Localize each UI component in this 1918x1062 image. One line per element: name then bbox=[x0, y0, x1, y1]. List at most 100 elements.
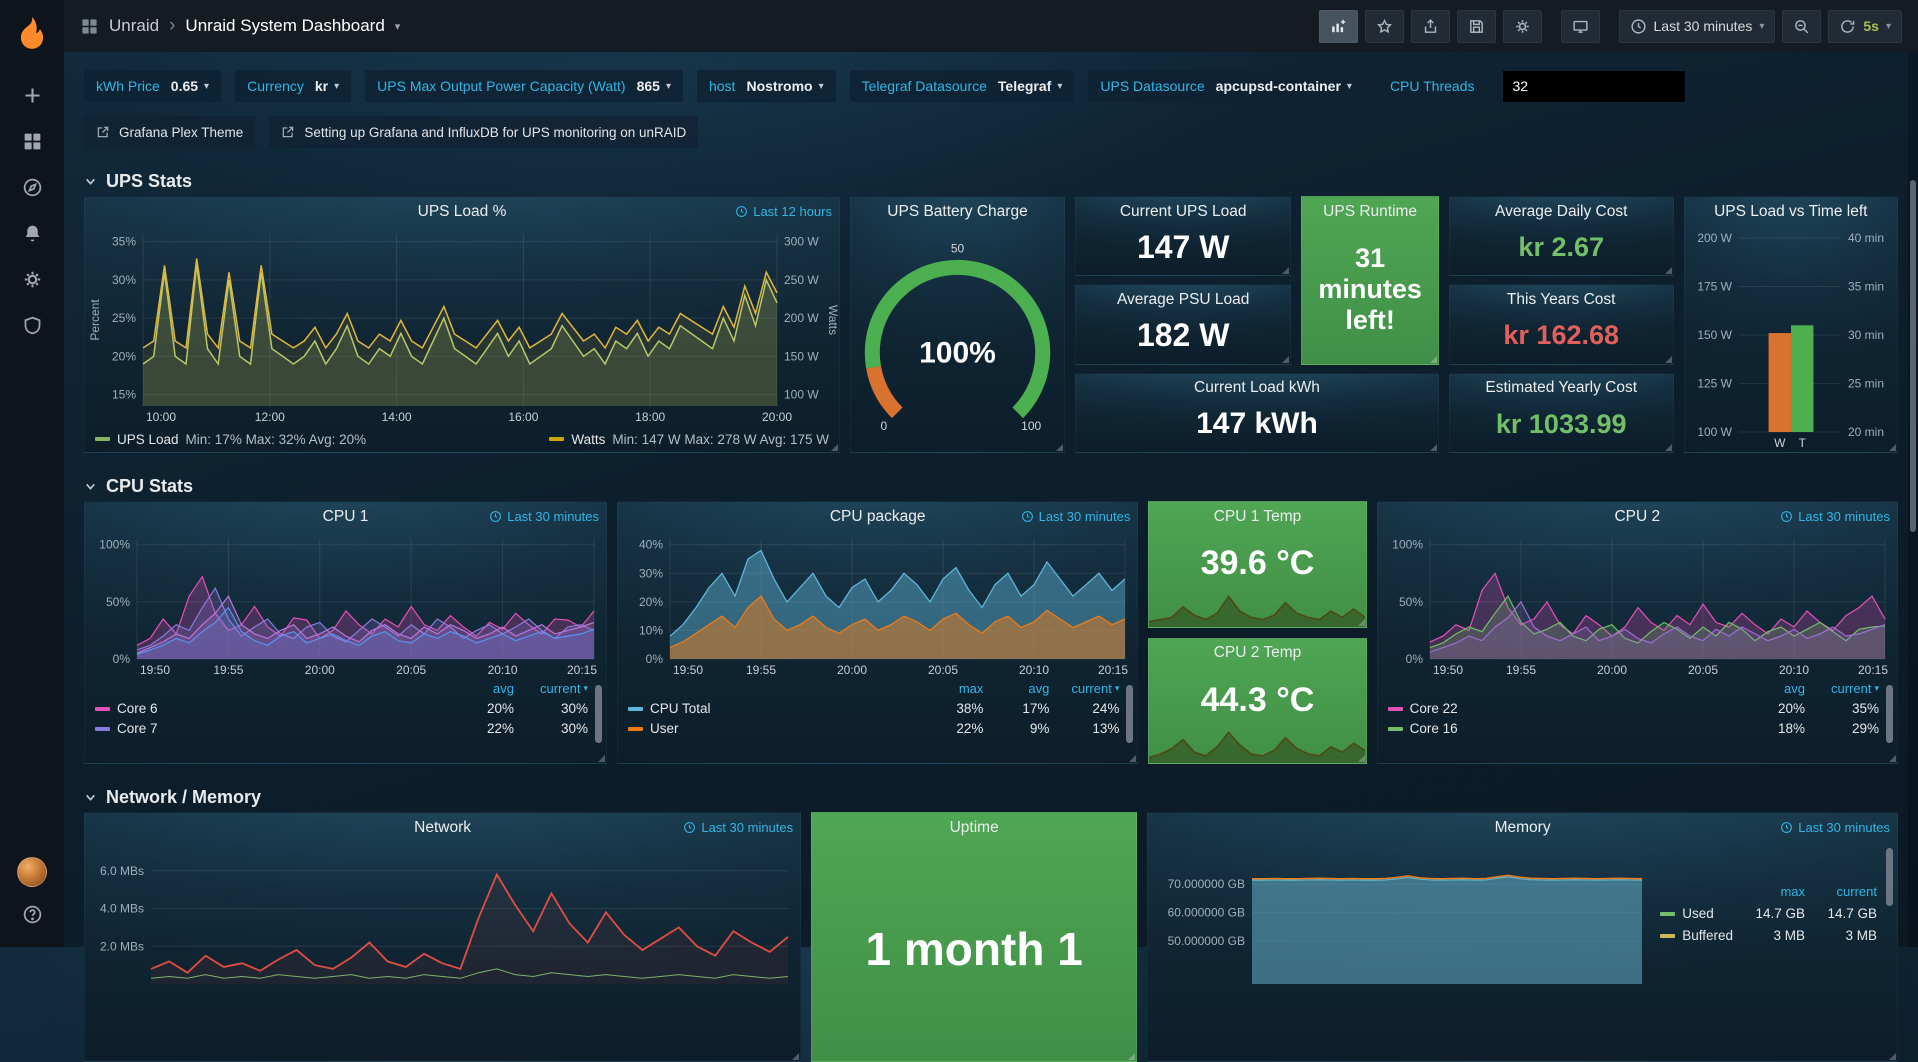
explore-icon[interactable] bbox=[0, 164, 64, 210]
panel-time-badge[interactable]: Last 30 minutes bbox=[683, 820, 793, 835]
panel-title[interactable]: CPU 2 Temp bbox=[1214, 644, 1302, 662]
load-vs-time-chart[interactable]: 100 W125 W150 W175 W200 W20 min25 min30 … bbox=[1685, 226, 1897, 452]
link-ups-monitoring-guide[interactable]: Setting up Grafana and InfluxDB for UPS … bbox=[269, 116, 698, 148]
variable-telegraf-datasource[interactable]: Telegraf Datasource Telegraf▾ bbox=[850, 70, 1075, 102]
legend-header-current[interactable]: current▾ bbox=[1049, 681, 1119, 696]
variable-kwh-price[interactable]: kWh Price 0.65▾ bbox=[84, 70, 221, 102]
dashboards-icon[interactable] bbox=[0, 118, 64, 164]
legend-series[interactable]: Core 6 bbox=[95, 701, 440, 716]
alerting-icon[interactable] bbox=[0, 210, 64, 256]
panel-title[interactable]: Estimated Yearly Cost bbox=[1485, 379, 1637, 397]
dashboard-settings-button[interactable] bbox=[1503, 10, 1542, 43]
legend-header-avg[interactable]: avg bbox=[983, 681, 1049, 696]
legend-item[interactable]: UPS Load Min: 17% Max: 32% Avg: 20% bbox=[95, 432, 366, 447]
panel-title[interactable]: UPS Runtime bbox=[1323, 203, 1417, 221]
legend-header-max[interactable]: max bbox=[917, 681, 983, 696]
memory-chart[interactable]: 50.000000 GB60.000000 GB70.000000 GB bbox=[1148, 842, 1654, 994]
panel-title[interactable]: UPS Load vs Time left bbox=[1714, 203, 1867, 221]
ups-load-chart[interactable]: 15%20%25%30%35%100 W150 W200 W250 W300 W… bbox=[85, 226, 839, 426]
share-button[interactable] bbox=[1411, 10, 1450, 43]
section-network-memory[interactable]: Network / Memory bbox=[84, 782, 1898, 812]
help-icon[interactable] bbox=[0, 891, 64, 937]
network-chart[interactable]: 2.0 MBs4.0 MBs6.0 MBs bbox=[85, 842, 800, 994]
cpu-threads-input[interactable] bbox=[1503, 71, 1685, 102]
panel-time-badge[interactable]: Last 30 minutes bbox=[1780, 820, 1890, 835]
refresh-picker[interactable]: 5s ▾ bbox=[1828, 10, 1902, 43]
variable-ups-datasource[interactable]: UPS Datasource apcupsd-container▾ bbox=[1088, 70, 1364, 102]
panel-title[interactable]: Network bbox=[414, 819, 471, 837]
star-button[interactable] bbox=[1365, 10, 1404, 43]
cycle-view-button[interactable] bbox=[1561, 10, 1600, 43]
panel-time-badge[interactable]: Last 30 minutes bbox=[1780, 509, 1890, 524]
panel-title[interactable]: CPU package bbox=[830, 508, 926, 526]
panel-title[interactable]: Average PSU Load bbox=[1117, 291, 1249, 309]
svg-text:70.000000 GB: 70.000000 GB bbox=[1168, 877, 1245, 891]
legend-header-avg[interactable]: avg bbox=[1731, 681, 1805, 696]
legend-value: 22% bbox=[440, 721, 514, 736]
save-button[interactable] bbox=[1457, 10, 1496, 43]
legend-value: 18% bbox=[1731, 721, 1805, 736]
legend-series[interactable]: Core 22 bbox=[1388, 701, 1731, 716]
legend-series[interactable]: Core 7 bbox=[95, 721, 440, 736]
breadcrumb-title[interactable]: Unraid System Dashboard bbox=[185, 16, 384, 36]
legend-header-max[interactable]: max bbox=[1733, 884, 1805, 899]
panel-title[interactable]: This Years Cost bbox=[1507, 291, 1616, 309]
legend-header-current[interactable]: current▾ bbox=[1805, 681, 1879, 696]
panel-title[interactable]: UPS Battery Charge bbox=[887, 203, 1027, 221]
legend-item[interactable]: Watts Min: 147 W Max: 278 W Avg: 175 W bbox=[549, 432, 829, 447]
dashboard-grid-icon[interactable] bbox=[80, 17, 99, 36]
panel-title[interactable]: Uptime bbox=[950, 819, 999, 837]
svg-text:30%: 30% bbox=[639, 566, 663, 580]
battery-gauge[interactable]: 050100100% bbox=[851, 226, 1064, 452]
legend-scrollbar[interactable] bbox=[1886, 685, 1893, 743]
section-ups-stats[interactable]: UPS Stats bbox=[84, 166, 1898, 196]
legend-scrollbar[interactable] bbox=[595, 685, 602, 743]
time-range-picker[interactable]: Last 30 minutes ▾ bbox=[1619, 10, 1776, 43]
page-scrollbar-thumb[interactable] bbox=[1910, 180, 1916, 532]
panel-title[interactable]: Average Daily Cost bbox=[1495, 203, 1627, 221]
panel-title[interactable]: CPU 1 bbox=[323, 508, 369, 526]
user-avatar[interactable] bbox=[17, 857, 47, 887]
legend-scrollbar[interactable] bbox=[1126, 685, 1133, 743]
title-caret-icon[interactable]: ▾ bbox=[395, 20, 401, 33]
legend-scrollbar[interactable] bbox=[1886, 848, 1893, 906]
configuration-icon[interactable] bbox=[0, 256, 64, 302]
panel-time-badge[interactable]: Last 12 hours bbox=[735, 204, 832, 219]
legend-value: 13% bbox=[1049, 721, 1119, 736]
add-panel-button[interactable] bbox=[1319, 10, 1358, 43]
svg-text:100: 100 bbox=[1021, 419, 1041, 433]
breadcrumb-app[interactable]: Unraid bbox=[109, 16, 159, 36]
link-grafana-plex-theme[interactable]: Grafana Plex Theme bbox=[84, 116, 255, 148]
legend-series[interactable]: Buffered bbox=[1660, 928, 1733, 943]
cpu1-chart[interactable]: 0%50%100%19:5019:5520:0020:0520:1020:15 bbox=[85, 531, 606, 679]
zoom-out-button[interactable] bbox=[1782, 10, 1821, 43]
variable-host[interactable]: host Nostromo▾ bbox=[697, 70, 836, 102]
server-admin-icon[interactable] bbox=[0, 302, 64, 348]
legend-series[interactable]: CPU Total bbox=[628, 701, 917, 716]
legend-header-current[interactable]: current bbox=[1805, 884, 1877, 899]
svg-text:100%: 100% bbox=[1392, 538, 1423, 552]
panel-title[interactable]: Current UPS Load bbox=[1120, 203, 1247, 221]
create-icon[interactable] bbox=[0, 72, 64, 118]
svg-text:12:00: 12:00 bbox=[255, 410, 285, 424]
legend-header-current[interactable]: current▾ bbox=[514, 681, 588, 696]
cpu2-chart[interactable]: 0%50%100%19:5019:5520:0020:0520:1020:15 bbox=[1378, 531, 1897, 679]
cpu-package-chart[interactable]: 0%10%20%30%40%19:5019:5520:0020:0520:102… bbox=[618, 531, 1137, 679]
svg-text:20:15: 20:15 bbox=[1858, 663, 1888, 677]
legend-series[interactable]: Used bbox=[1660, 906, 1733, 921]
panel-time-badge[interactable]: Last 30 minutes bbox=[1021, 509, 1131, 524]
panel-title[interactable]: CPU 1 Temp bbox=[1214, 508, 1302, 526]
panel-time-badge[interactable]: Last 30 minutes bbox=[489, 509, 599, 524]
legend-series[interactable]: Core 16 bbox=[1388, 721, 1731, 736]
section-cpu-stats[interactable]: CPU Stats bbox=[84, 471, 1898, 501]
legend-header-avg[interactable]: avg bbox=[440, 681, 514, 696]
panel-title[interactable]: Current Load kWh bbox=[1194, 379, 1320, 397]
panel-title[interactable]: CPU 2 bbox=[1614, 508, 1660, 526]
panel-title[interactable]: Memory bbox=[1495, 819, 1551, 837]
grafana-logo[interactable] bbox=[13, 14, 51, 52]
variable-currency[interactable]: Currency kr▾ bbox=[235, 70, 351, 102]
legend-series[interactable]: User bbox=[628, 721, 917, 736]
panel-title[interactable]: UPS Load % bbox=[418, 203, 507, 221]
variable-ups-max-output[interactable]: UPS Max Output Power Capacity (Watt) 865… bbox=[365, 70, 683, 102]
page-scrollbar[interactable] bbox=[1908, 52, 1918, 947]
